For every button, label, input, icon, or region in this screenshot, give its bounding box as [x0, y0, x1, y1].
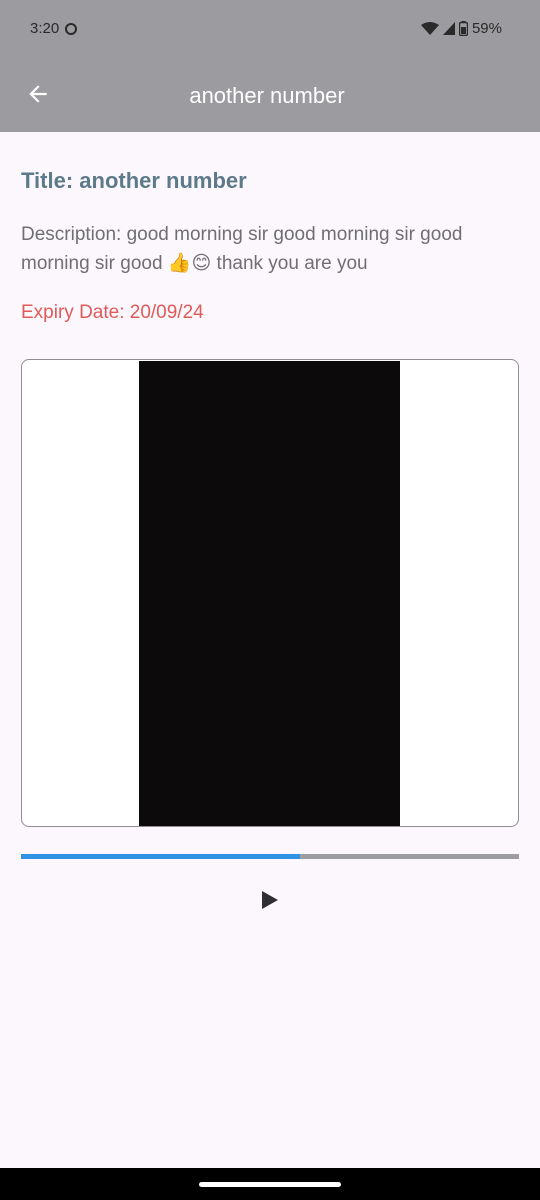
notification-icon	[65, 23, 77, 35]
system-nav-bar	[0, 1168, 540, 1200]
item-title: Title: another number	[21, 168, 247, 193]
battery-icon	[458, 21, 468, 36]
video-player[interactable]	[21, 359, 519, 827]
item-description: Description: good morning sir good morni…	[21, 224, 463, 274]
signal-icon	[442, 22, 455, 35]
app-bar: another number	[0, 60, 540, 132]
video-progress-fill	[21, 854, 300, 859]
status-icons: 59%	[420, 20, 502, 37]
status-bar: 3:20 59%	[0, 0, 540, 60]
page-title: another number	[189, 83, 345, 108]
battery-percent: 59%	[471, 20, 502, 37]
video-progress-bar[interactable]	[21, 854, 519, 859]
play-icon	[261, 890, 279, 915]
video-surface[interactable]	[139, 361, 400, 826]
status-time: 3:20	[30, 20, 60, 37]
home-gesture-pill[interactable]	[199, 1182, 341, 1187]
play-button[interactable]	[252, 884, 288, 920]
header: 3:20 59% another number	[0, 0, 540, 132]
wifi-icon	[420, 21, 439, 36]
expiry-date: Expiry Date: 20/09/24	[21, 302, 204, 323]
